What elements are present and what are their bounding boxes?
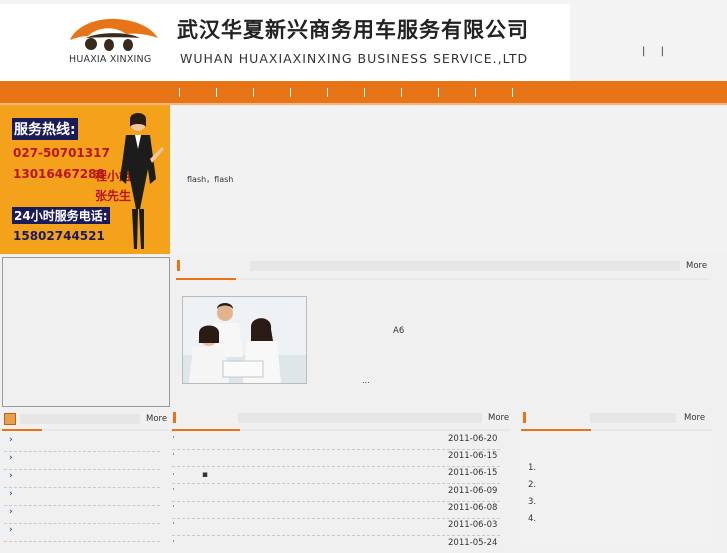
chevron-right-icon: › [9,453,13,463]
main-nav [0,81,727,105]
left-empty-box [2,257,170,407]
table-row[interactable]: · 2011-06-20 [172,432,500,450]
office-people-image-icon [183,297,306,383]
about-read-more[interactable]: ... [362,376,370,385]
right-dotted-bar [590,413,676,423]
nav-separator [475,88,476,97]
news-date: 2011-06-15 [448,451,498,461]
logo-text: HUAXIA XINXING [69,54,152,65]
list-item[interactable]: › [4,434,160,452]
table-row[interactable]: · 2011-06-08 [172,501,500,519]
company-name-en: WUHAN HUAXIAXINXING BUSINESS SERVICE.,LT… [180,51,529,66]
rss-icon [4,413,16,425]
about-text-a6: A6 [393,326,405,336]
table-row[interactable]: · ▪ 2011-06-15 [172,466,500,484]
table-row[interactable]: · 2011-06-03 [172,518,500,536]
about-underline [176,278,709,280]
list-item[interactable]: › [4,488,160,506]
list-item[interactable]: › [4,506,160,524]
top-link-separator[interactable]: | [642,46,645,57]
chevron-right-icon: › [9,489,13,499]
chevron-right-icon: › [9,525,13,535]
left-col-underline [2,429,169,431]
news-title[interactable]: · [172,502,175,512]
table-row[interactable]: · 2011-06-15 [172,449,500,467]
chevron-right-icon: › [9,435,13,445]
hotline-banner[interactable]: 服务热线: 027-50701317 13016467288 程小姐 张先生 2… [0,105,170,254]
hotline-title: 服务热线: [12,118,78,140]
nav-separator [438,88,439,97]
news-date: 2011-06-08 [448,503,498,513]
news-more-link[interactable]: More [488,413,509,423]
right-section-marker [523,412,526,423]
news-title[interactable]: · [172,433,175,443]
company-name-cn: 武汉华夏新兴商务用车服务有限公司 [177,17,529,42]
about-more-link[interactable]: More [686,261,707,271]
about-dotted-bar [250,261,680,271]
news-date: 2011-06-03 [448,520,498,530]
right-more-link[interactable]: More [684,413,705,423]
news-title[interactable]: · ▪ [172,467,208,480]
table-row[interactable]: · 2011-06-09 [172,484,500,502]
left-col-dotted-bar [20,414,140,424]
chevron-right-icon: › [9,507,13,517]
nav-separator [179,88,180,97]
hotline-24h-label: 24小时服务电话: [12,207,110,224]
right-list-panel [521,431,711,545]
list-item[interactable]: › [4,452,160,470]
top-link-separator[interactable]: | [661,46,664,57]
hotline-phone-2: 13016467288 [13,167,105,181]
left-col-more-link[interactable]: More [146,414,167,424]
news-date: 2011-06-20 [448,434,498,444]
nav-separator [364,88,365,97]
news-date: 2011-05-24 [448,538,498,548]
list-item[interactable]: 3. [528,497,536,507]
news-section-marker [173,412,176,423]
nav-separator [401,88,402,97]
car-logo-icon[interactable] [66,14,162,54]
flash-placeholder-text: flash，flash [187,175,234,184]
nav-separator [512,88,513,97]
news-underline [172,429,510,431]
list-item[interactable]: 1. [528,463,536,473]
list-item[interactable]: 2. [528,480,536,490]
about-photo [182,296,307,384]
news-title[interactable]: · [172,537,175,547]
list-item[interactable]: › [4,470,160,488]
news-date: 2011-06-09 [448,486,498,496]
nav-separator [327,88,328,97]
about-section-marker [177,260,180,271]
service-woman-icon [120,113,164,249]
chevron-right-icon: › [9,471,13,481]
news-title[interactable]: · [172,485,175,495]
list-item[interactable]: 4. [528,514,536,524]
nav-separator [253,88,254,97]
nav-separator [290,88,291,97]
news-dotted-bar [238,413,482,423]
news-date: 2011-06-15 [448,468,498,478]
flash-area[interactable] [170,105,727,254]
top-links: | | [642,46,676,57]
hotline-phone-3: 15802744521 [13,229,105,243]
news-title[interactable]: · [172,450,175,460]
nav-separator [216,88,217,97]
list-item[interactable]: › [4,524,160,542]
news-title[interactable]: · [172,519,175,529]
hotline-phone-1: 027-50701317 [13,146,110,160]
